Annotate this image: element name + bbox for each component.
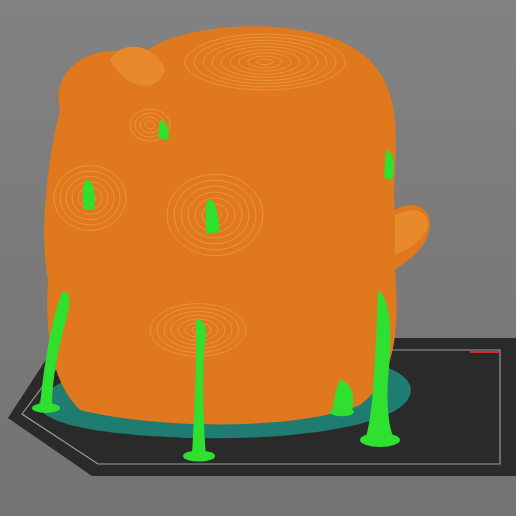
support (384, 150, 394, 180)
support (83, 180, 95, 210)
support-base (360, 433, 400, 447)
support (158, 120, 169, 140)
support (332, 380, 354, 412)
support (40, 292, 69, 408)
support (206, 200, 221, 234)
viewport-3d-preview[interactable] (0, 0, 516, 516)
support-base (32, 403, 60, 413)
support (192, 320, 206, 455)
model[interactable] (44, 26, 430, 424)
support-base (330, 408, 354, 416)
support-base (183, 450, 215, 461)
scene[interactable] (0, 0, 516, 516)
supports (32, 120, 400, 462)
support (365, 290, 395, 440)
